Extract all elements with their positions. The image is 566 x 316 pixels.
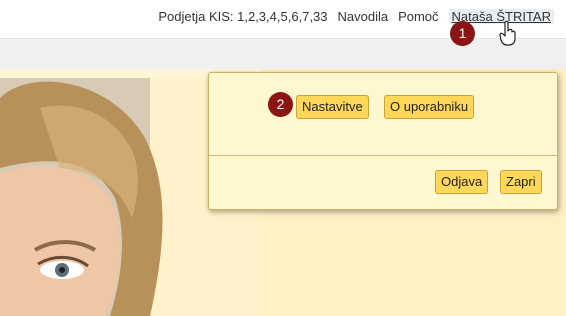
hand-cursor-icon	[499, 20, 516, 46]
logout-button[interactable]: Odjava	[435, 170, 489, 194]
popup-divider	[209, 155, 557, 156]
about-user-button[interactable]: O uporabniku	[384, 95, 475, 119]
step-marker-1: 1	[450, 21, 475, 46]
companies-indicator[interactable]: Podjetja KIS: 1,2,3,4,5,6,7,33	[158, 9, 327, 24]
settings-button[interactable]: Nastavitve	[296, 95, 369, 119]
top-bar: Podjetja KIS: 1,2,3,4,5,6,7,33 Navodila …	[0, 0, 566, 39]
toolbar-band	[0, 39, 566, 69]
user-popup: Nastavitve O uporabniku Odjava Zapri	[208, 72, 558, 210]
support-link[interactable]: Pomoč	[398, 9, 438, 24]
top-links: Podjetja KIS: 1,2,3,4,5,6,7,33 Navodila …	[158, 9, 554, 24]
close-button[interactable]: Zapri	[500, 170, 542, 194]
step-marker-2: 2	[268, 92, 293, 117]
help-link[interactable]: Navodila	[337, 9, 388, 24]
